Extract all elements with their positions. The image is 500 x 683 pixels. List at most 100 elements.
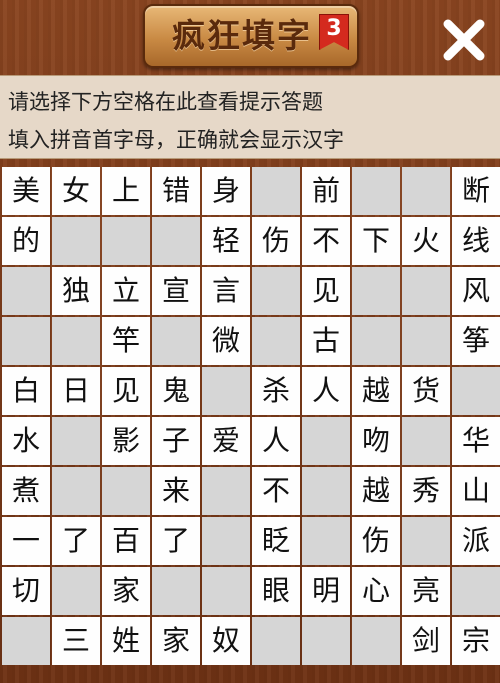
- close-button[interactable]: [440, 16, 488, 64]
- grid-cell[interactable]: 百: [102, 517, 150, 565]
- grid-cell[interactable]: 见: [102, 367, 150, 415]
- grid-cell[interactable]: 微: [202, 317, 250, 365]
- grid-cell-empty[interactable]: [402, 167, 450, 215]
- grid-cell-empty[interactable]: [402, 267, 450, 315]
- grid-cell[interactable]: 宣: [152, 267, 200, 315]
- grid-cell[interactable]: 家: [152, 617, 200, 665]
- grid-cell[interactable]: 眼: [252, 567, 300, 615]
- grid-cell[interactable]: 风: [452, 267, 500, 315]
- grid-cell[interactable]: 华: [452, 417, 500, 465]
- grid-cell[interactable]: 伤: [352, 517, 400, 565]
- grid-cell[interactable]: 断: [452, 167, 500, 215]
- grid-cell[interactable]: 人: [302, 367, 350, 415]
- grid-cell[interactable]: 言: [202, 267, 250, 315]
- grid-cell-empty[interactable]: [202, 367, 250, 415]
- grid-cell-empty[interactable]: [252, 267, 300, 315]
- grid-cell-empty[interactable]: [402, 417, 450, 465]
- grid-cell-empty[interactable]: [2, 617, 50, 665]
- grid-cell-empty[interactable]: [2, 317, 50, 365]
- grid-cell[interactable]: 心: [352, 567, 400, 615]
- grid-cell-empty[interactable]: [202, 517, 250, 565]
- grid-cell[interactable]: 剑: [402, 617, 450, 665]
- grid-cell-empty[interactable]: [452, 367, 500, 415]
- grid-cell[interactable]: 亮: [402, 567, 450, 615]
- grid-cell[interactable]: 眨: [252, 517, 300, 565]
- grid-cell[interactable]: 杀: [252, 367, 300, 415]
- grid-cell-empty[interactable]: [152, 317, 200, 365]
- grid-cell-empty[interactable]: [152, 567, 200, 615]
- grid-cell[interactable]: 了: [52, 517, 100, 565]
- grid-cell[interactable]: 不: [302, 217, 350, 265]
- grid-cell-empty[interactable]: [252, 617, 300, 665]
- grid-cell[interactable]: 独: [52, 267, 100, 315]
- grid-cell-empty[interactable]: [202, 467, 250, 515]
- grid-cell-empty[interactable]: [52, 467, 100, 515]
- grid-cell[interactable]: 伤: [252, 217, 300, 265]
- grid-cell-empty[interactable]: [302, 467, 350, 515]
- grid-cell[interactable]: 前: [302, 167, 350, 215]
- grid-cell[interactable]: 身: [202, 167, 250, 215]
- grid-cell[interactable]: 古: [302, 317, 350, 365]
- grid-cell[interactable]: 竿: [102, 317, 150, 365]
- grid-cell-empty[interactable]: [2, 267, 50, 315]
- grid-cell[interactable]: 白: [2, 367, 50, 415]
- grid-cell[interactable]: 秀: [402, 467, 450, 515]
- grid-cell[interactable]: 子: [152, 417, 200, 465]
- grid-cell[interactable]: 煮: [2, 467, 50, 515]
- grid-cell[interactable]: 错: [152, 167, 200, 215]
- grid-cell[interactable]: 立: [102, 267, 150, 315]
- grid-cell[interactable]: 货: [402, 367, 450, 415]
- grid-cell[interactable]: 线: [452, 217, 500, 265]
- grid-cell[interactable]: 山: [452, 467, 500, 515]
- grid-cell[interactable]: 来: [152, 467, 200, 515]
- grid-cell-empty[interactable]: [52, 417, 100, 465]
- grid-cell[interactable]: 下: [352, 217, 400, 265]
- grid-cell[interactable]: 了: [152, 517, 200, 565]
- grid-cell[interactable]: 美: [2, 167, 50, 215]
- grid-cell-empty[interactable]: [202, 567, 250, 615]
- grid-cell[interactable]: 宗: [452, 617, 500, 665]
- grid-cell[interactable]: 越: [352, 467, 400, 515]
- grid-cell-empty[interactable]: [52, 567, 100, 615]
- grid-cell[interactable]: 不: [252, 467, 300, 515]
- grid-cell[interactable]: 切: [2, 567, 50, 615]
- grid-cell-empty[interactable]: [302, 617, 350, 665]
- grid-cell[interactable]: 三: [52, 617, 100, 665]
- grid-cell-empty[interactable]: [252, 167, 300, 215]
- grid-cell-empty[interactable]: [52, 217, 100, 265]
- grid-cell[interactable]: 吻: [352, 417, 400, 465]
- grid-cell[interactable]: 女: [52, 167, 100, 215]
- grid-cell-empty[interactable]: [302, 417, 350, 465]
- close-icon[interactable]: [440, 16, 488, 64]
- grid-cell-empty[interactable]: [352, 617, 400, 665]
- grid-cell[interactable]: 明: [302, 567, 350, 615]
- grid-cell-empty[interactable]: [152, 217, 200, 265]
- grid-cell[interactable]: 一: [2, 517, 50, 565]
- grid-cell-empty[interactable]: [52, 317, 100, 365]
- grid-cell[interactable]: 家: [102, 567, 150, 615]
- grid-cell[interactable]: 日: [52, 367, 100, 415]
- grid-cell[interactable]: 上: [102, 167, 150, 215]
- grid-cell-empty[interactable]: [102, 217, 150, 265]
- grid-cell[interactable]: 见: [302, 267, 350, 315]
- grid-cell[interactable]: 奴: [202, 617, 250, 665]
- grid-cell-empty[interactable]: [252, 317, 300, 365]
- grid-cell-empty[interactable]: [352, 167, 400, 215]
- grid-cell[interactable]: 水: [2, 417, 50, 465]
- grid-cell-empty[interactable]: [352, 317, 400, 365]
- grid-cell-empty[interactable]: [352, 267, 400, 315]
- grid-cell-empty[interactable]: [452, 567, 500, 615]
- grid-cell-empty[interactable]: [102, 467, 150, 515]
- grid-cell[interactable]: 轻: [202, 217, 250, 265]
- grid-cell[interactable]: 鬼: [152, 367, 200, 415]
- grid-cell[interactable]: 越: [352, 367, 400, 415]
- grid-cell[interactable]: 姓: [102, 617, 150, 665]
- grid-cell-empty[interactable]: [402, 317, 450, 365]
- grid-cell[interactable]: 的: [2, 217, 50, 265]
- grid-cell[interactable]: 火: [402, 217, 450, 265]
- grid-cell[interactable]: 筝: [452, 317, 500, 365]
- grid-cell-empty[interactable]: [302, 517, 350, 565]
- grid-cell[interactable]: 人: [252, 417, 300, 465]
- grid-cell-empty[interactable]: [402, 517, 450, 565]
- grid-cell[interactable]: 影: [102, 417, 150, 465]
